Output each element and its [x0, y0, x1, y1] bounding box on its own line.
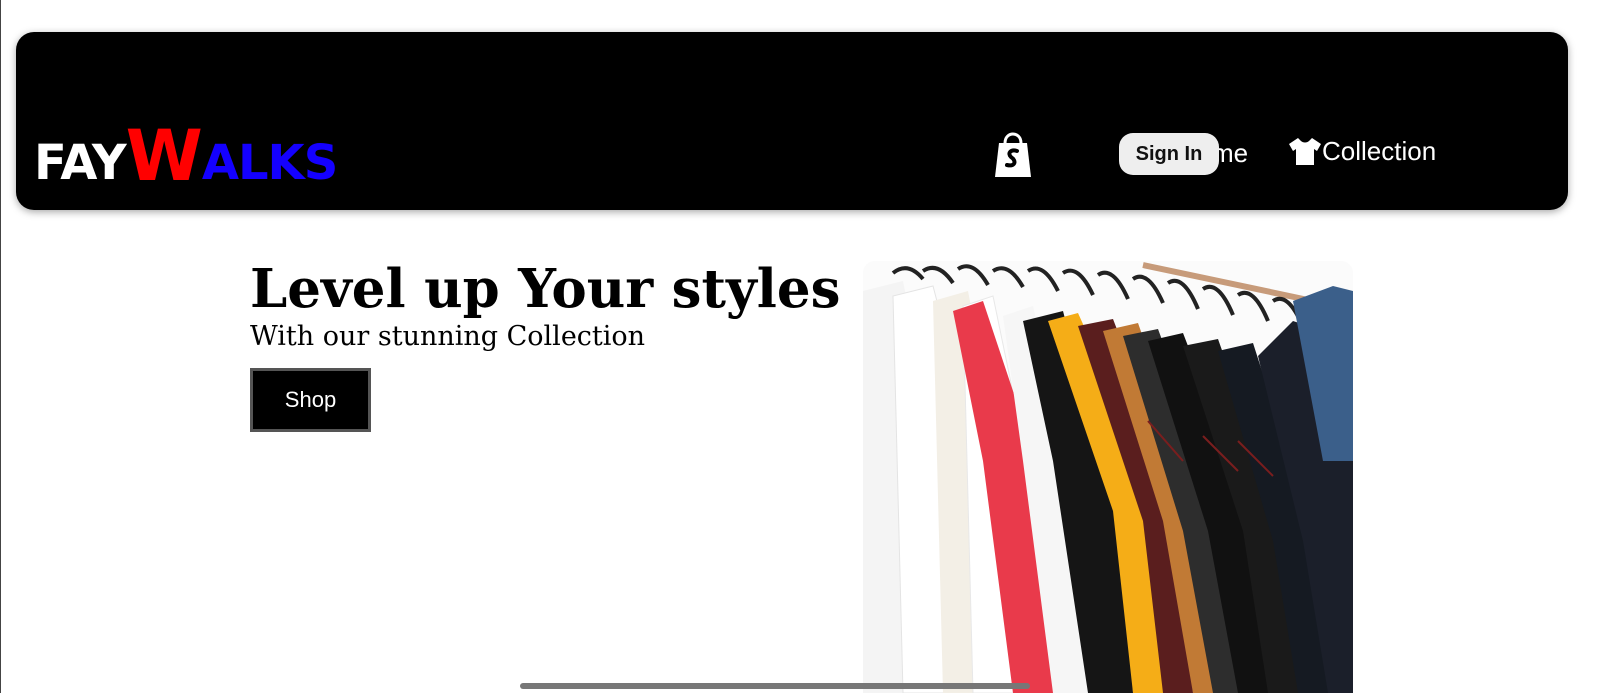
shopify-bag-icon[interactable]: [991, 129, 1035, 179]
window-edge: [0, 0, 1, 693]
shop-button[interactable]: Shop: [250, 368, 371, 432]
sign-in-button[interactable]: Sign In: [1119, 133, 1219, 175]
nav-link-collection[interactable]: Collection: [1288, 134, 1436, 168]
logo-part-alks: ALKS: [201, 135, 338, 191]
top-navbar: FAY W ALKS me Sign In Collection: [16, 32, 1568, 210]
hero-title: Level up Your styles: [250, 258, 841, 320]
tshirt-icon: [1289, 138, 1321, 165]
logo-part-fay: FAY: [34, 135, 127, 191]
hero-subtitle: With our stunning Collection: [250, 321, 646, 352]
brand-logo[interactable]: FAY W ALKS: [34, 87, 338, 197]
nav-collection-label: Collection: [1322, 136, 1437, 166]
clothes-rack-illustration: [863, 261, 1353, 693]
logo-part-w: W: [125, 115, 203, 197]
home-indicator-bar: [520, 683, 1030, 689]
clothes-rack-image: [863, 261, 1353, 693]
